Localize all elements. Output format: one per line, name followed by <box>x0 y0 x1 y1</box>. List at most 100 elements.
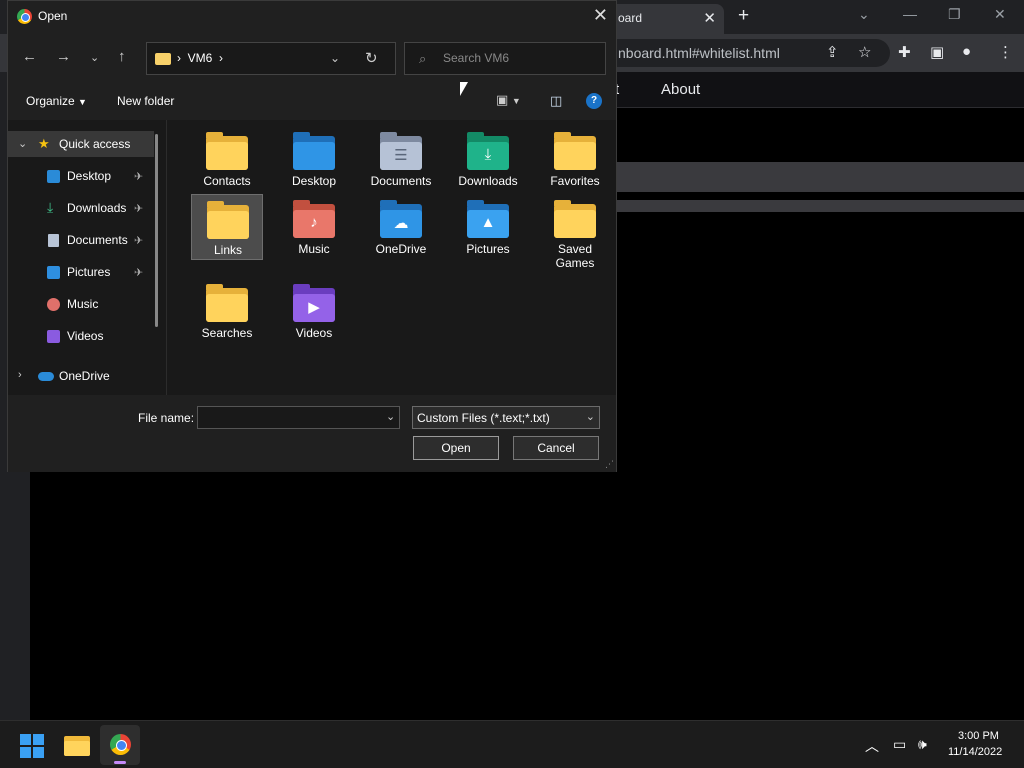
tab-search-icon[interactable]: ⌄ <box>858 6 870 23</box>
new-folder-button[interactable]: New folder <box>117 94 174 108</box>
search-input[interactable] <box>443 49 598 67</box>
folder-item-favorites[interactable]: Favorites <box>539 126 611 192</box>
minimize-icon[interactable]: — <box>903 6 917 22</box>
windows-logo-icon <box>20 734 31 745</box>
chevron-down-icon[interactable]: ⌄ <box>330 51 340 65</box>
folder-item-documents[interactable]: ☰ Documents <box>365 126 437 192</box>
network-icon[interactable]: ▭ <box>893 736 906 753</box>
pin-icon[interactable]: ✈ <box>134 202 143 215</box>
sidebar-item-downloads[interactable]: ⤓ Downloads ✈ <box>8 195 154 221</box>
pin-icon[interactable]: ✈ <box>134 170 143 183</box>
side-panel-icon[interactable]: ▣ <box>930 43 944 61</box>
search-box[interactable]: ⌕ <box>404 42 606 75</box>
new-tab-button[interactable]: + <box>738 5 749 27</box>
tab-close-icon[interactable]: ✕ <box>703 9 716 27</box>
file-name: Links <box>213 243 242 257</box>
file-name: Downloads <box>458 174 518 188</box>
help-icon[interactable]: ? <box>586 93 602 109</box>
open-button[interactable]: Open <box>413 436 499 460</box>
organize-label: Organize <box>26 94 75 108</box>
refresh-icon[interactable]: ↻ <box>365 49 378 67</box>
chrome-icon <box>17 9 32 24</box>
volume-icon[interactable]: 🕪 <box>918 736 927 753</box>
folder-item-links[interactable]: Links <box>191 194 263 260</box>
dialog-nav-bar: ← → ⌄ ↑ › VM6 › ⌄ ↻ ⌕ <box>8 32 616 84</box>
file-type-select[interactable]: Custom Files (*.text;*.txt) ⌄ <box>412 406 600 429</box>
folder-icon <box>206 132 248 170</box>
folder-item-pictures[interactable]: ▲ Pictures <box>452 194 524 260</box>
folder-icon <box>155 53 171 65</box>
nav-link-about[interactable]: About <box>661 81 700 98</box>
downloads-folder-icon: ⤓ <box>467 132 509 170</box>
folder-item-music[interactable]: ♪ Music <box>278 194 350 260</box>
bookmark-star-icon[interactable]: ☆ <box>858 43 871 61</box>
profile-icon[interactable]: ● <box>962 43 971 60</box>
chrome-taskbar-button[interactable] <box>100 725 140 765</box>
sidebar-item-videos[interactable]: Videos <box>8 323 154 349</box>
file-name: Videos <box>295 326 333 340</box>
organize-button[interactable]: Organize ▼ <box>26 94 87 108</box>
folder-item-searches[interactable]: Searches <box>191 278 263 344</box>
sidebar-item-label: Pictures <box>67 265 111 279</box>
breadcrumb-item[interactable]: VM6 <box>188 51 213 65</box>
file-name-input[interactable] <box>197 406 400 429</box>
preview-pane-icon[interactable]: ◫ <box>550 93 562 109</box>
chevron-down-icon[interactable]: ⌄ <box>18 137 27 150</box>
start-button[interactable] <box>20 734 44 758</box>
share-icon[interactable]: ⇪ <box>826 43 839 61</box>
clock-time[interactable]: 3:00 PM <box>958 730 999 742</box>
extensions-icon[interactable]: ✚ <box>898 43 911 61</box>
windows-logo-icon <box>20 747 31 758</box>
pin-icon[interactable]: ✈ <box>134 234 143 247</box>
sidebar-item-label: Quick access <box>59 137 131 151</box>
sidebar-item-quick-access[interactable]: ⌄ ★ Quick access <box>8 131 154 157</box>
sidebar-item-documents[interactable]: Documents ✈ <box>8 227 154 253</box>
dialog-footer: File name: ⌄ Custom Files (*.text;*.txt)… <box>8 395 616 472</box>
folder-item-contacts[interactable]: Contacts <box>191 126 263 192</box>
chevron-right-icon[interactable]: › <box>18 369 22 381</box>
folder-item-desktop[interactable]: Desktop <box>278 126 350 192</box>
sidebar-item-label: Videos <box>67 329 104 343</box>
folder-item-downloads[interactable]: ⤓ Downloads <box>452 126 524 192</box>
folder-item-onedrive[interactable]: ☁ OneDrive <box>365 194 437 260</box>
restore-icon[interactable]: ❐ <box>948 6 961 23</box>
chrome-icon <box>110 734 131 755</box>
breadcrumb-path[interactable]: › VM6 › <box>177 51 223 65</box>
resize-grip-icon[interactable]: ⋰ <box>605 459 614 470</box>
chrome-tab[interactable]: oard ✕ <box>606 4 724 34</box>
folder-item-saved-games[interactable]: Saved Games <box>539 194 611 274</box>
music-icon <box>47 298 60 311</box>
folder-item-videos[interactable]: ▶ Videos <box>278 278 350 344</box>
onedrive-icon <box>38 372 54 381</box>
mouse-cursor-icon <box>460 82 468 96</box>
onedrive-folder-icon: ☁ <box>380 200 422 238</box>
chrome-menu-icon[interactable]: ⋮ <box>998 43 1013 61</box>
close-icon[interactable]: ✕ <box>593 5 608 26</box>
chevron-down-icon: ⌄ <box>585 411 595 423</box>
sidebar-item-onedrive[interactable]: › OneDrive <box>8 363 154 389</box>
file-explorer-icon[interactable] <box>64 733 90 757</box>
address-breadcrumb[interactable]: › VM6 › ⌄ ↻ <box>146 42 396 75</box>
scrollbar[interactable] <box>155 134 158 327</box>
sidebar-item-desktop[interactable]: Desktop ✈ <box>8 163 154 189</box>
desktop-screen: oard ✕ + ⌄ — ❐ ✕ nboard.html#whitelist.h… <box>0 0 1024 768</box>
file-name-label: File name: <box>138 411 195 425</box>
clock-date[interactable]: 11/14/2022 <box>948 746 1002 758</box>
recent-locations-icon[interactable]: ⌄ <box>90 51 99 64</box>
pictures-folder-icon: ▲ <box>467 200 509 238</box>
music-folder-icon: ♪ <box>293 200 335 238</box>
file-name: OneDrive <box>375 242 427 256</box>
chevron-up-icon[interactable]: ︿ <box>865 736 879 756</box>
window-close-icon[interactable]: ✕ <box>994 6 1006 23</box>
chevron-down-icon[interactable]: ⌄ <box>386 410 395 423</box>
change-view-icon[interactable]: ▣ ▼ <box>496 92 521 108</box>
sidebar-item-music[interactable]: Music <box>8 291 154 317</box>
back-arrow-icon[interactable]: ← <box>22 48 37 65</box>
sidebar-item-pictures[interactable]: Pictures ✈ <box>8 259 154 285</box>
file-name: Saved Games <box>555 242 595 270</box>
pin-icon[interactable]: ✈ <box>134 266 143 279</box>
forward-arrow-icon[interactable]: → <box>56 48 71 65</box>
cancel-button[interactable]: Cancel <box>513 436 599 460</box>
videos-icon <box>47 330 60 343</box>
up-arrow-icon[interactable]: ↑ <box>118 48 126 65</box>
